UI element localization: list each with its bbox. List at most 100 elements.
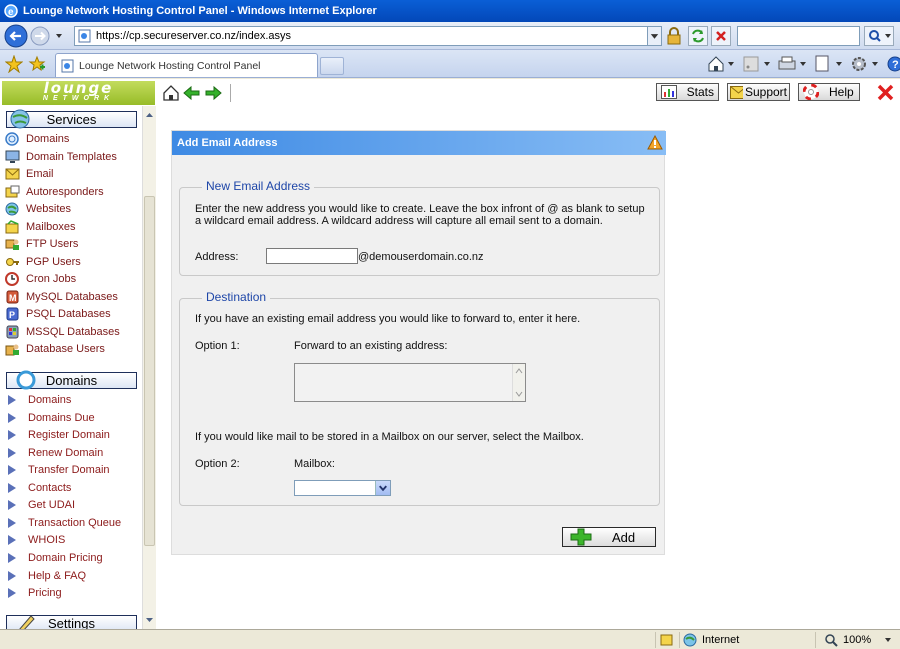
refresh-icon[interactable]: [688, 26, 708, 46]
arrow-icon: [8, 552, 16, 563]
monitor-icon: [5, 150, 20, 163]
panel-title: Add Email Address: [177, 137, 278, 149]
address-url[interactable]: https://cp.secureserver.co.nz/index.asys: [96, 30, 647, 42]
sidebar-item-mssql-databases[interactable]: MSSQL Databases: [5, 323, 120, 340]
new-tab-button[interactable]: [320, 57, 344, 75]
close-icon[interactable]: [877, 84, 894, 101]
sidebar-header-settings[interactable]: Settings: [6, 615, 137, 629]
help-button[interactable]: Help: [798, 83, 860, 101]
tools-gear-icon[interactable]: [849, 54, 879, 74]
mailbox-label: Mailbox:: [294, 458, 335, 470]
sidebar-item-websites[interactable]: Websites: [5, 200, 71, 217]
search-input[interactable]: [737, 26, 860, 46]
protected-mode-icon[interactable]: [659, 633, 675, 647]
add-favorite-icon[interactable]: [28, 55, 46, 73]
help-label: Help: [829, 85, 854, 99]
command-bar: ?: [705, 54, 900, 74]
lock-icon[interactable]: [665, 27, 683, 45]
sidebar-item-ftp-users[interactable]: FTP Users: [5, 235, 78, 252]
scroll-thumb[interactable]: [144, 196, 155, 546]
sidebar-item-transfer-domain[interactable]: Transfer Domain: [5, 461, 110, 478]
sidebar-item-domain-templates[interactable]: Domain Templates: [5, 148, 117, 165]
sidebar-item-email[interactable]: Email: [5, 165, 54, 182]
sidebar-item-mailboxes[interactable]: Mailboxes: [5, 218, 76, 235]
forward-arrow-icon[interactable]: [204, 84, 222, 102]
zoom-seg[interactable]: 100%: [815, 632, 900, 648]
sidebar-item-mysql-databases[interactable]: M MySQL Databases: [5, 288, 118, 305]
help-icon[interactable]: ?: [885, 54, 900, 74]
forward-address-textarea[interactable]: [294, 363, 526, 402]
scroll-up-icon[interactable]: [143, 108, 156, 122]
zoom-label: 100%: [843, 634, 872, 646]
arrow-icon: [8, 482, 16, 493]
globe-icon: [5, 202, 19, 215]
scroll-up-icon[interactable]: [513, 365, 525, 377]
zoom-icon: [825, 634, 838, 647]
sidebar-item-domains[interactable]: Domains: [5, 130, 69, 147]
sidebar-item-help-faq[interactable]: Help & FAQ: [5, 567, 86, 584]
sidebar-item-contacts[interactable]: Contacts: [5, 479, 71, 496]
scroll-down-icon[interactable]: [513, 388, 525, 400]
arrow-icon: [8, 517, 16, 528]
sidebar-item-pricing[interactable]: Pricing: [5, 584, 62, 601]
sidebar-item-database-users[interactable]: Database Users: [5, 340, 105, 357]
arrow-icon: [8, 394, 16, 405]
sidebar-item-cron-jobs[interactable]: Cron Jobs: [5, 270, 76, 287]
scroll-down-icon[interactable]: [143, 613, 156, 627]
support-button[interactable]: Support: [727, 83, 790, 101]
support-label: Support: [744, 85, 787, 99]
mailbox-select[interactable]: [294, 480, 391, 496]
sidebar-item-autoresponders[interactable]: Autoresponders: [5, 183, 104, 200]
sidebar-item-domain-pricing[interactable]: Domain Pricing: [5, 549, 103, 566]
address-bar[interactable]: https://cp.secureserver.co.nz/index.asys: [74, 26, 662, 46]
back-arrow-icon[interactable]: [183, 84, 201, 102]
sidebar-header-services[interactable]: Services: [6, 109, 137, 129]
globe-services-icon: [10, 109, 30, 129]
autoresponder-icon: [5, 185, 20, 197]
add-email-panel: Add Email Address New Email Address Ente…: [171, 130, 666, 555]
sidebar-item-domains-due[interactable]: Domains Due: [5, 409, 95, 426]
tab-control-panel[interactable]: Lounge Network Hosting Control Panel: [55, 53, 318, 77]
arrow-icon: [8, 534, 16, 545]
print-icon[interactable]: [777, 54, 807, 74]
panel-header: Add Email Address: [172, 131, 666, 155]
forward-intro-text: If you have an existing email address yo…: [195, 313, 581, 325]
sidebar-header-domains[interactable]: Domains: [6, 370, 137, 390]
new-email-legend: New Email Address: [202, 179, 315, 193]
sidebar-item-renew-domain[interactable]: Renew Domain: [5, 444, 103, 461]
arrow-icon: [8, 570, 16, 581]
home-icon[interactable]: [162, 84, 180, 102]
sidebar-item-pgp-users[interactable]: PGP Users: [5, 253, 81, 270]
envelope-icon: [5, 168, 20, 179]
mssql-database-icon: [6, 325, 19, 338]
add-button[interactable]: Add: [562, 527, 656, 547]
search-go-icon[interactable]: [864, 26, 894, 46]
address-dropdown-icon[interactable]: [647, 27, 661, 45]
sidebar-item-get-udai[interactable]: Get UDAI: [5, 496, 75, 513]
home-icon[interactable]: [705, 54, 735, 74]
sidebar-scrollbar[interactable]: [142, 106, 156, 629]
zone-seg: Internet: [679, 632, 814, 648]
new-email-description: Enter the new address you would like to …: [195, 203, 645, 227]
stop-icon[interactable]: [711, 26, 731, 46]
stats-button[interactable]: Stats: [656, 83, 719, 101]
feeds-icon[interactable]: [741, 54, 771, 74]
textarea-scrollbar[interactable]: [512, 364, 525, 401]
sidebar-item-psql-databases[interactable]: P PSQL Databases: [5, 305, 111, 322]
sidebar-item-domains-list[interactable]: Domains: [5, 391, 71, 408]
sidebar-item-register-domain[interactable]: Register Domain: [5, 426, 110, 443]
page-menu-icon[interactable]: [813, 54, 843, 74]
chevron-down-icon[interactable]: [375, 481, 390, 495]
sidebar-item-whois[interactable]: WHOIS: [5, 531, 65, 548]
window-title-bar: e Lounge Network Hosting Control Panel -…: [0, 0, 900, 22]
address-input[interactable]: [266, 248, 358, 264]
main-content: Add Email Address New Email Address Ente…: [156, 106, 900, 629]
history-dropdown-icon[interactable]: [56, 34, 62, 38]
ftp-users-icon: [5, 239, 19, 250]
svg-text:e: e: [8, 7, 14, 18]
chevron-down-icon[interactable]: [883, 635, 893, 645]
favorites-star-icon[interactable]: [5, 55, 23, 73]
ie-logo-icon: e: [4, 4, 18, 18]
info-alert-icon[interactable]: [647, 135, 663, 151]
sidebar-item-transaction-queue[interactable]: Transaction Queue: [5, 514, 121, 531]
